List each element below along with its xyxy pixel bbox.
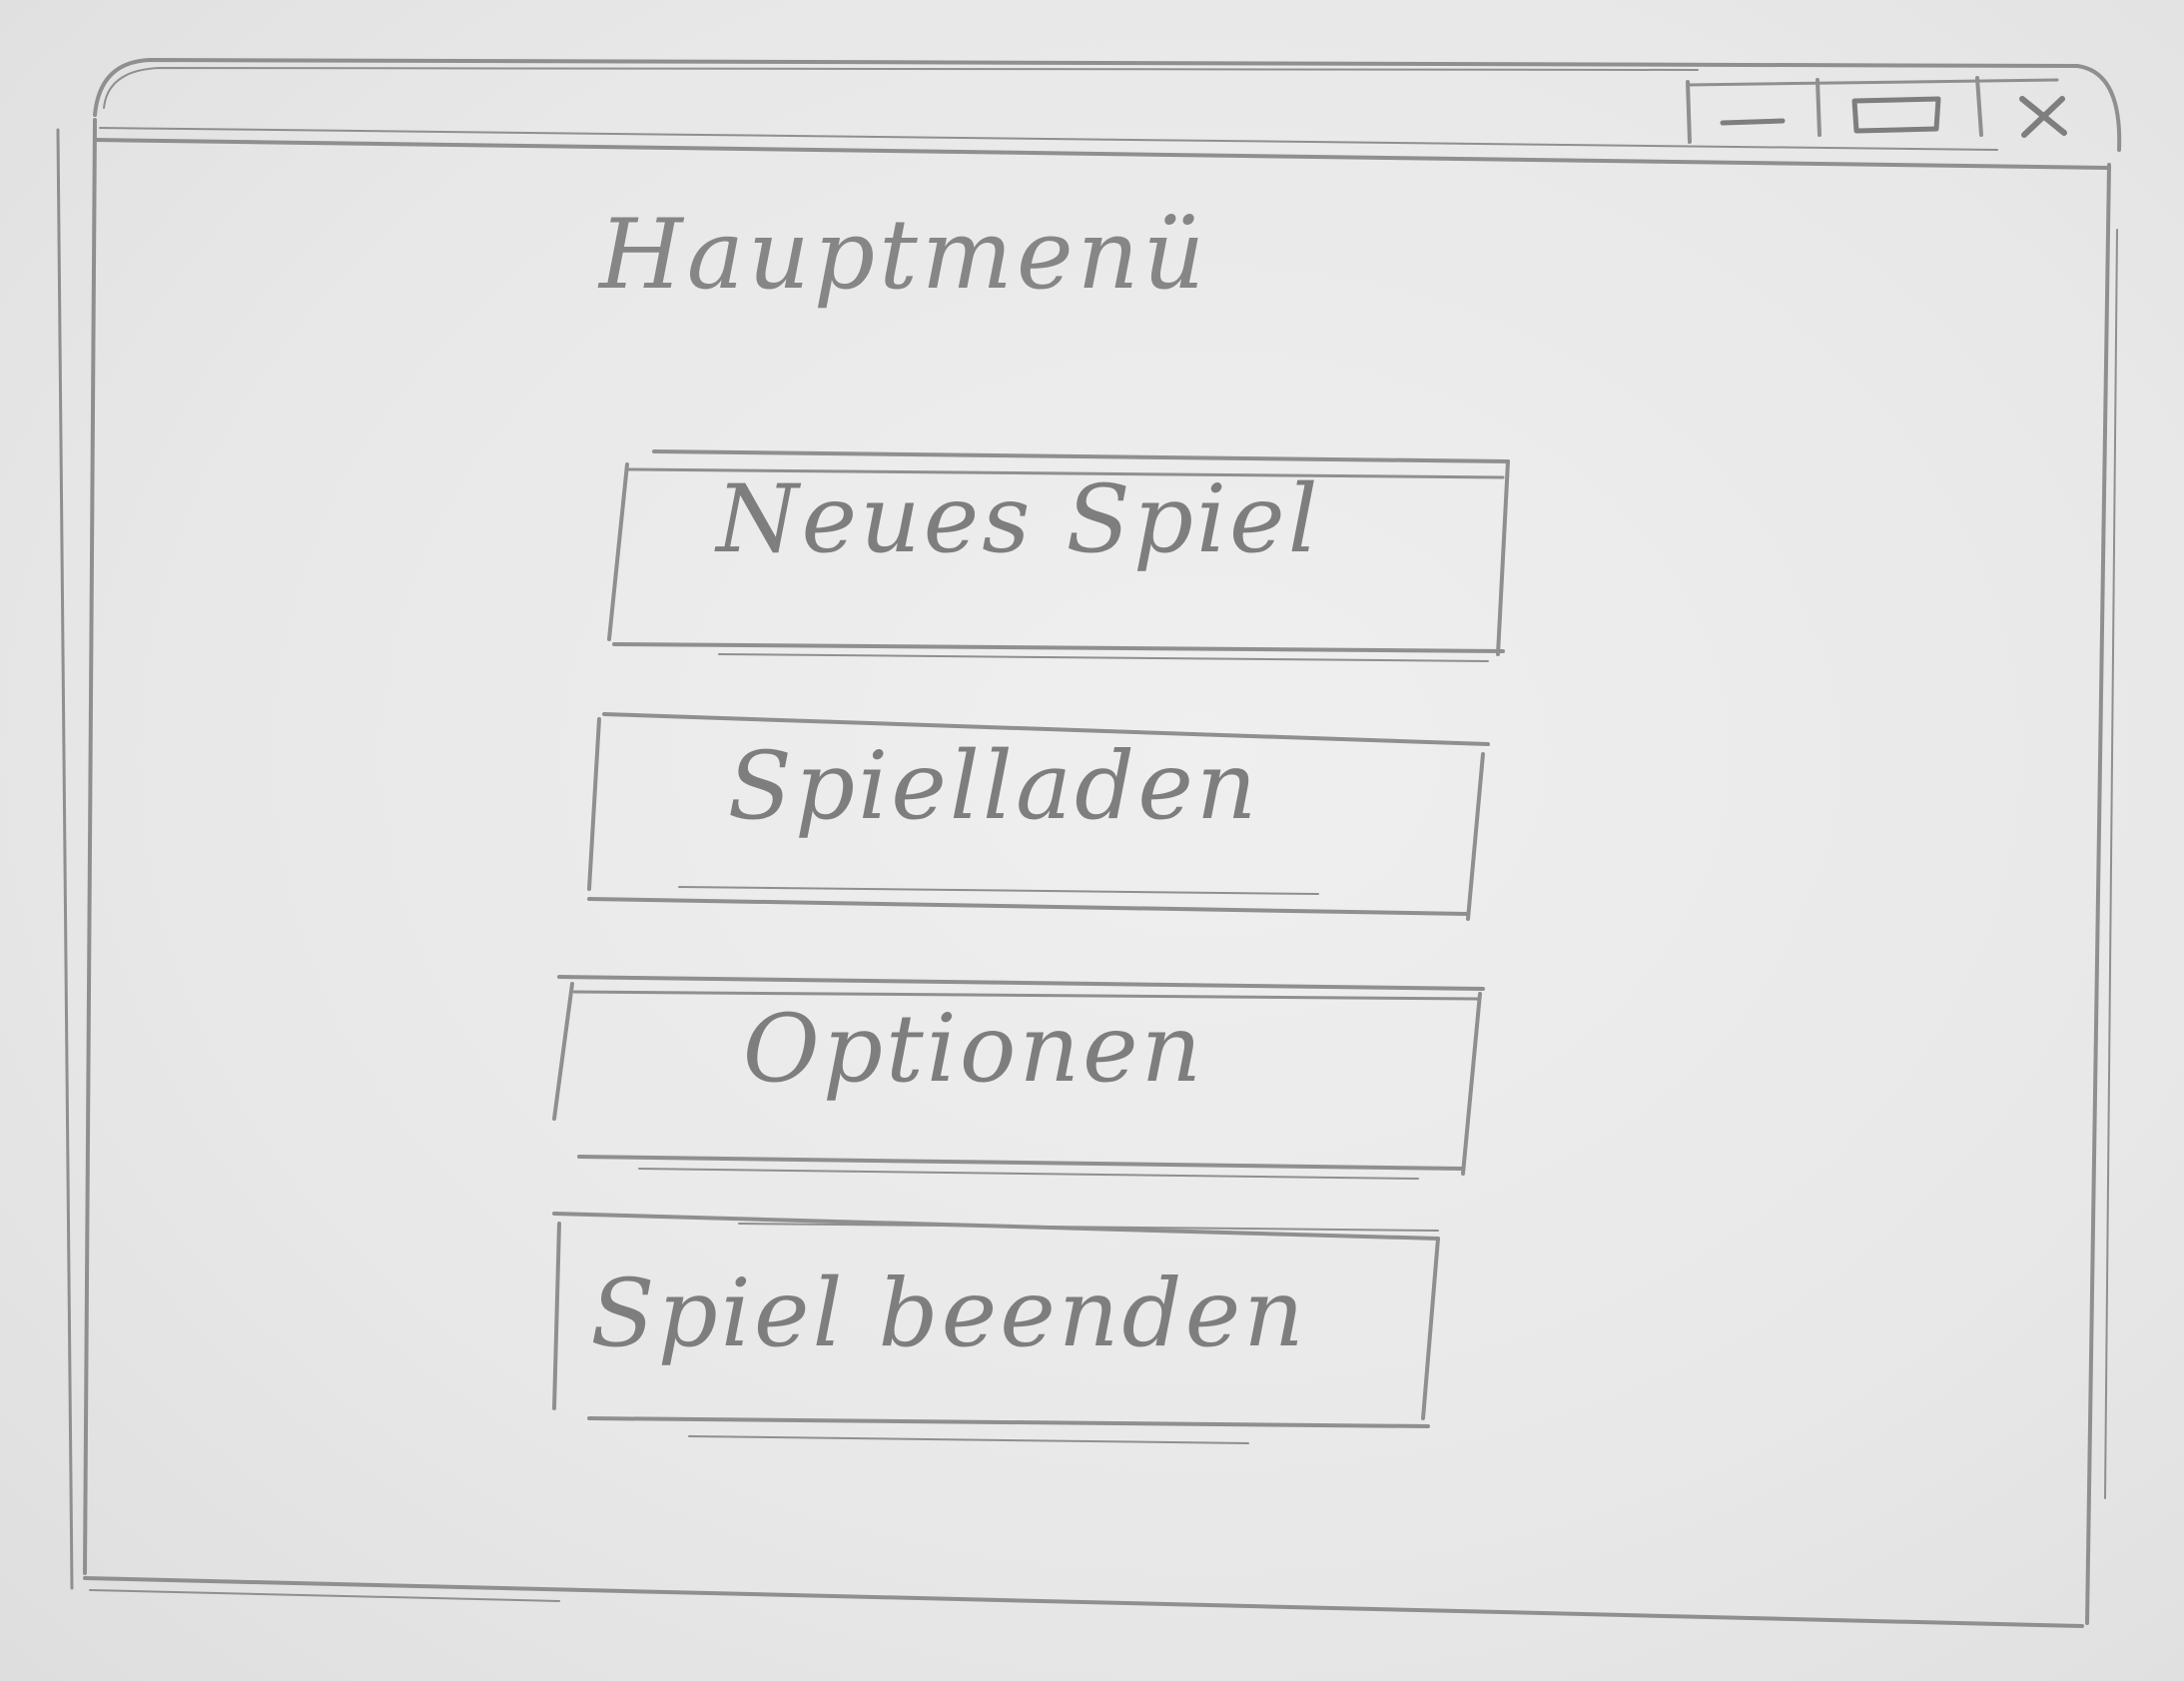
page-title: Hauptmenü — [599, 199, 1209, 311]
title-bar — [90, 55, 2117, 155]
minimize-button[interactable] — [1688, 73, 1818, 157]
close-icon — [2019, 96, 2067, 138]
load-game-button[interactable]: Spielladen — [499, 664, 1488, 909]
maximize-button[interactable] — [1818, 73, 1977, 157]
minimize-icon — [1720, 118, 1786, 126]
quit-game-button[interactable]: Spiel beenden — [469, 1194, 1428, 1433]
load-game-label: Spielladen — [727, 732, 1260, 841]
maximize-icon — [1851, 96, 1941, 134]
quit-game-label: Spiel beenden — [590, 1259, 1307, 1368]
options-button[interactable]: Optionen — [469, 929, 1478, 1169]
options-label: Optionen — [742, 994, 1205, 1104]
new-game-label: Neues Spiel — [716, 464, 1321, 574]
close-button[interactable] — [1977, 73, 2107, 157]
new-game-button[interactable]: Neues Spiel — [524, 400, 1513, 639]
